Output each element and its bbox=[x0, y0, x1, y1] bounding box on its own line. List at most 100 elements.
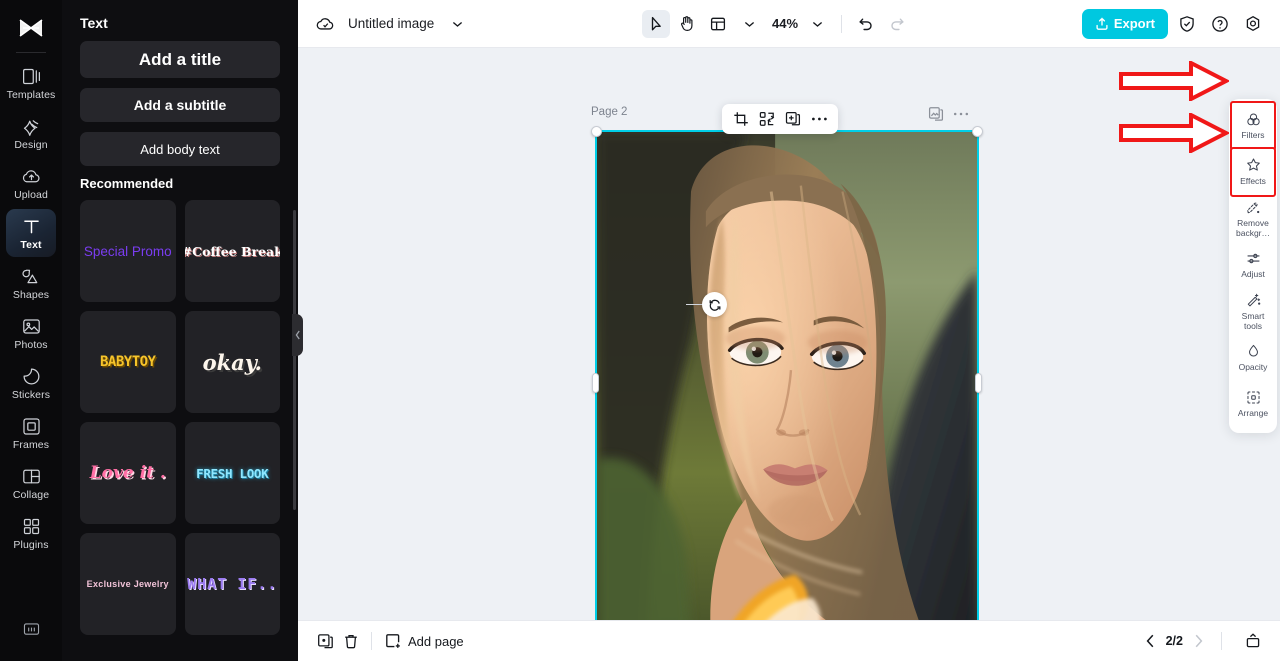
plugins-grid-icon bbox=[21, 516, 42, 537]
sidebar-item-label: Collage bbox=[12, 488, 50, 501]
resize-handle-left[interactable] bbox=[592, 372, 599, 393]
add-subtitle-button[interactable]: Add a subtitle bbox=[80, 88, 280, 122]
tool-arrange[interactable]: Arrange bbox=[1232, 381, 1274, 427]
remove-background-icon bbox=[1245, 199, 1262, 216]
tool-filters[interactable]: Filters bbox=[1230, 101, 1276, 151]
portrait-photo[interactable] bbox=[597, 132, 977, 620]
capcut-editor-window: Templates Design Upload Text Shapes Photos Sti… bbox=[0, 0, 1280, 661]
tool-remove[interactable]: Remove backgr… bbox=[1232, 195, 1274, 242]
cloud-saved-icon[interactable] bbox=[311, 10, 339, 38]
tool-opacity[interactable]: Opacity bbox=[1232, 335, 1274, 381]
tool-label: Remove backgr… bbox=[1235, 218, 1270, 238]
add-page-icon bbox=[386, 634, 400, 648]
capcut-logo-icon[interactable] bbox=[14, 14, 48, 42]
rotate-handle-icon[interactable] bbox=[702, 292, 727, 317]
text-preset-card[interactable]: okay. bbox=[184, 311, 280, 413]
text-preset-card[interactable]: WHAT IF.. bbox=[184, 533, 280, 635]
resize-handle-right[interactable] bbox=[975, 372, 982, 393]
copy-layers-icon[interactable] bbox=[928, 106, 944, 122]
undo-arrow-icon[interactable] bbox=[852, 10, 880, 38]
text-preset-card[interactable]: BABYTOY bbox=[80, 311, 176, 413]
selected-image-frame[interactable] bbox=[591, 126, 983, 620]
whiteboard-icon[interactable] bbox=[6, 605, 56, 653]
more-dots-icon[interactable] bbox=[953, 111, 969, 117]
panel-collapse-handle[interactable] bbox=[292, 314, 303, 356]
resize-handle-top-right[interactable] bbox=[972, 126, 983, 137]
sidebar-item-design[interactable]: Design bbox=[6, 109, 56, 157]
layout-panel-icon[interactable] bbox=[704, 10, 732, 38]
gear-settings-icon[interactable] bbox=[1239, 10, 1267, 38]
sidebar-item-text[interactable]: Text bbox=[6, 209, 56, 257]
canvas-area[interactable]: Page 2 Filters Effects Remove backgr… Ad… bbox=[298, 48, 1280, 620]
design-icon bbox=[21, 116, 42, 137]
add-page-button[interactable]: Add page bbox=[385, 633, 464, 649]
smart-tools-wand-icon bbox=[1245, 292, 1262, 309]
resize-handle-top-left[interactable] bbox=[591, 126, 602, 137]
duplicate-add-icon[interactable] bbox=[781, 107, 805, 131]
sidebar-item-collage[interactable]: Collage bbox=[6, 459, 56, 507]
recommended-heading: Recommended bbox=[80, 176, 174, 191]
cursor-select-icon[interactable] bbox=[642, 9, 671, 38]
tool-adjust[interactable]: Adjust bbox=[1232, 242, 1274, 288]
sidebar-item-plugins[interactable]: Plugins bbox=[6, 509, 56, 557]
panel-scrollbar[interactable] bbox=[293, 210, 296, 510]
tool-effects[interactable]: Effects bbox=[1230, 147, 1276, 197]
hand-pan-icon[interactable] bbox=[673, 10, 701, 38]
canvas-corner-tools bbox=[928, 106, 969, 122]
text-preset-label: BABYTOY bbox=[99, 354, 156, 370]
text-preset-card[interactable]: Special Promo bbox=[80, 200, 176, 302]
sidebar-item-stickers[interactable]: Stickers bbox=[6, 359, 56, 407]
text-preset-card[interactable]: #Coffee Break bbox=[184, 200, 280, 302]
page-label: Page 2 bbox=[591, 106, 628, 118]
text-preset-grid: Special Promo #Coffee Break BABYTOY okay. Lo… bbox=[80, 200, 280, 635]
text-preset-card[interactable]: FRESH LOOK bbox=[184, 422, 280, 524]
sidebar-item-shapes[interactable]: Shapes bbox=[6, 259, 56, 307]
sidebar-item-label: Frames bbox=[12, 438, 50, 451]
chevron-down-icon[interactable] bbox=[803, 10, 831, 38]
text-preset-card[interactable]: Love it . bbox=[80, 422, 176, 524]
sidebar-item-label: Photos bbox=[14, 338, 48, 351]
image-tools-panel: Filters Effects Remove backgr… Adjust Smart to… bbox=[1229, 99, 1277, 433]
help-question-icon[interactable] bbox=[1206, 10, 1234, 38]
more-dots-icon[interactable] bbox=[807, 107, 831, 131]
prev-page-button[interactable] bbox=[1146, 634, 1155, 648]
text-preset-label: Exclusive Jewelry bbox=[86, 579, 169, 589]
text-preset-label: FRESH LOOK bbox=[196, 465, 269, 481]
add-title-button[interactable]: Add a title bbox=[80, 41, 280, 78]
tool-smart[interactable]: Smart tools bbox=[1232, 288, 1274, 335]
tool-label: Adjust bbox=[1241, 269, 1265, 280]
sidebar-item-label: Plugins bbox=[13, 538, 49, 551]
sidebar-item-upload[interactable]: Upload bbox=[6, 159, 56, 207]
sidebar-item-label: Shapes bbox=[12, 288, 50, 301]
chevron-down-icon[interactable] bbox=[735, 10, 763, 38]
top-toolbar: Untitled image 44% Export bbox=[298, 0, 1280, 48]
frames-icon bbox=[21, 416, 42, 437]
effects-sparkle-icon bbox=[1245, 157, 1262, 174]
duplicate-page-icon[interactable] bbox=[312, 628, 338, 654]
add-body-text-button[interactable]: Add body text bbox=[80, 132, 280, 166]
sidebar-item-frames[interactable]: Frames bbox=[6, 409, 56, 457]
replace-swap-icon[interactable] bbox=[755, 107, 779, 131]
text-preset-label: WHAT IF.. bbox=[187, 575, 278, 593]
red-arrow-pointing-to-effects bbox=[1119, 113, 1229, 153]
crop-icon[interactable] bbox=[729, 107, 753, 131]
chevron-down-icon[interactable] bbox=[443, 10, 471, 38]
tool-label: Effects bbox=[1240, 176, 1266, 187]
filters-circles-icon bbox=[1245, 111, 1262, 128]
text-preset-card[interactable]: Exclusive Jewelry bbox=[80, 533, 176, 635]
export-button[interactable]: Export bbox=[1081, 8, 1168, 39]
toolbar-divider bbox=[841, 14, 843, 33]
trash-delete-icon[interactable] bbox=[338, 628, 364, 654]
shield-check-icon[interactable] bbox=[1173, 10, 1201, 38]
photos-image-icon bbox=[21, 316, 42, 337]
document-title[interactable]: Untitled image bbox=[348, 16, 434, 31]
text-panel: Text Add a title Add a subtitle Add body… bbox=[62, 0, 298, 661]
bottom-divider bbox=[371, 632, 372, 650]
opacity-droplet-icon bbox=[1245, 343, 1262, 360]
sidebar-item-label: Design bbox=[14, 138, 48, 151]
tool-label: Smart tools bbox=[1241, 311, 1265, 331]
export-label: Export bbox=[1113, 16, 1155, 31]
present-icon[interactable] bbox=[1240, 628, 1266, 654]
sidebar-item-photos[interactable]: Photos bbox=[6, 309, 56, 357]
sidebar-item-templates[interactable]: Templates bbox=[6, 59, 56, 107]
